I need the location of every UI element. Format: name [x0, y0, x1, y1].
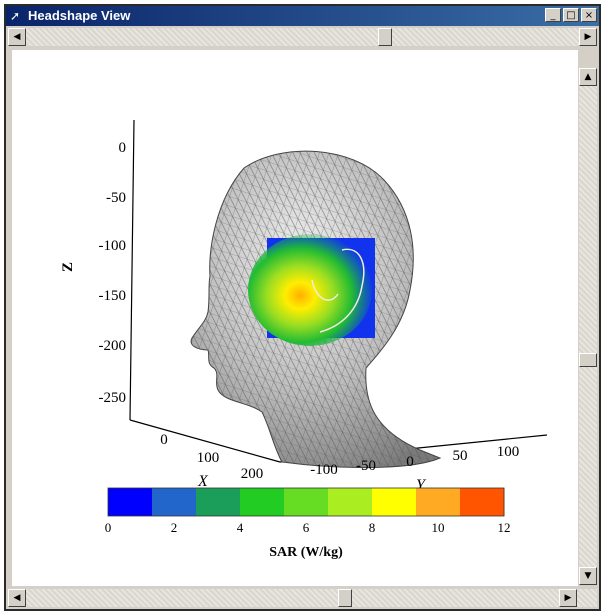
- y-tick: 50: [453, 448, 468, 464]
- colorbar-segment: [108, 488, 153, 516]
- title-bar[interactable]: ➚ Headshape View _ □ ×: [6, 6, 599, 26]
- headshape-plot: 0 -50 -100 -150 -200 -250 Z 0 100 200 X …: [60, 119, 548, 560]
- head-model: [190, 150, 442, 469]
- colorbar-tick: 0: [105, 520, 112, 535]
- vertical-scrollbar[interactable]: ▲ ▼: [579, 68, 597, 585]
- z-axis-ticks: 0 -50 -100 -150 -200 -250: [99, 140, 127, 406]
- top-scroll-thumb[interactable]: [378, 28, 392, 46]
- sar-colorbar: [107, 487, 505, 517]
- z-tick: -250: [99, 390, 127, 406]
- bottom-horizontal-scrollbar[interactable]: ◀ ▶: [8, 589, 597, 607]
- colorbar-tick: 6: [303, 520, 310, 535]
- colorbar-segment: [284, 488, 329, 516]
- colorbar-label: SAR (W/kg): [269, 545, 343, 560]
- y-tick: 0: [406, 454, 414, 470]
- colorbar-segment: [240, 488, 285, 516]
- scroll-right-arrow-icon[interactable]: ▶: [579, 28, 597, 46]
- z-tick: -200: [99, 338, 127, 354]
- colorbar-segment: [416, 488, 461, 516]
- x-axis-label: X: [197, 473, 209, 490]
- scroll-up-arrow-icon[interactable]: ▲: [579, 68, 597, 86]
- z-tick: -150: [99, 288, 127, 304]
- top-horizontal-scrollbar[interactable]: ◀ ▶: [8, 28, 597, 46]
- colorbar-ticks: 0 2 4 6 8 10 12: [105, 520, 511, 535]
- colorbar-segment: [460, 488, 505, 516]
- colorbar-segment: [372, 488, 417, 516]
- scroll-down-arrow-icon[interactable]: ▼: [579, 567, 597, 585]
- window-controls: _ □ ×: [545, 8, 597, 22]
- scroll-left-arrow-icon[interactable]: ◀: [8, 589, 26, 607]
- colorbar-tick: 8: [369, 520, 376, 535]
- maximize-button[interactable]: □: [563, 8, 579, 22]
- z-tick: -50: [106, 190, 126, 206]
- z-tick: 0: [119, 140, 127, 156]
- colorbar-segment: [196, 488, 241, 516]
- x-tick: 100: [197, 450, 220, 466]
- y-tick: 100: [497, 444, 520, 460]
- colorbar-tick: 10: [432, 520, 445, 535]
- colorbar-tick: 12: [498, 520, 511, 535]
- window-icon[interactable]: ➚: [10, 9, 24, 23]
- x-tick: 200: [241, 466, 264, 482]
- colorbar-tick: 4: [237, 520, 244, 535]
- colorbar-segment: [152, 488, 197, 516]
- close-button[interactable]: ×: [581, 8, 597, 22]
- window-title: Headshape View: [28, 8, 131, 23]
- plot-canvas[interactable]: 0 -50 -100 -150 -200 -250 Z 0 100 200 X …: [12, 50, 578, 586]
- colorbar-tick: 2: [171, 520, 178, 535]
- scroll-right-arrow-icon[interactable]: ▶: [559, 589, 577, 607]
- minimize-button[interactable]: _: [545, 8, 561, 22]
- y-tick: -50: [356, 458, 376, 474]
- bottom-scroll-thumb[interactable]: [338, 589, 352, 607]
- headshape-window: ➚ Headshape View _ □ × ◀ ▶ ▲ ▼ 0 -50 -10…: [4, 4, 601, 611]
- x-axis-ticks: 0 100 200: [160, 432, 263, 482]
- x-tick: 0: [160, 432, 168, 448]
- scroll-left-arrow-icon[interactable]: ◀: [8, 28, 26, 46]
- z-tick: -100: [99, 238, 127, 254]
- colorbar-segment: [328, 488, 373, 516]
- vertical-scroll-thumb[interactable]: [579, 353, 597, 367]
- y-tick: -100: [310, 462, 338, 478]
- z-axis-label: Z: [60, 262, 76, 272]
